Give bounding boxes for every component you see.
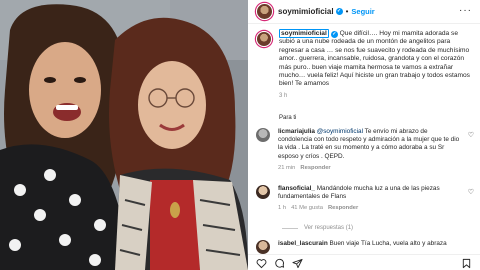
comment-text: isabel_lascurain Buen viaje Tía Lucha, v… [278,240,462,248]
author-avatar[interactable] [256,3,273,20]
view-replies-label: Ver respuestas (1) [304,225,354,231]
comment-username[interactable]: licmariajulia [278,128,315,135]
caption-time: 3 h [279,92,288,99]
post-header: soymimioficial ✓ • Seguir ··· [248,0,480,24]
more-options-icon[interactable]: ··· [459,6,472,16]
comment-meta: 1 h 41 Me gusta Responder [278,204,462,212]
post-side-panel: soymimioficial ✓ • Seguir ··· soymimiofi… [248,0,480,270]
comment-like-heart-icon[interactable]: ♡ [468,189,474,196]
follow-button[interactable]: Seguir [351,7,374,16]
caption: soymimioficial ✓ Que difícil…. Hoy mi mam… [256,29,474,99]
comment-body: Buen viaje Tía Lucha, vuela alto y abraz… [327,240,447,247]
separator-dot: • [345,7,349,16]
reply-button[interactable]: Responder [300,165,330,171]
reply-button[interactable]: Responder [328,205,358,211]
caption-verified-icon: ✓ [330,31,338,38]
comment-username[interactable]: flansoficial_ [278,185,315,192]
comment-time: 1 h [278,205,287,212]
replies-divider [282,227,298,229]
caption-username[interactable]: soymimioficial [279,29,329,38]
bookmark-icon[interactable] [461,258,472,269]
caption-body: Que difícil…. Hoy mi mamita adorada se s… [279,30,470,88]
comment-username[interactable]: isabel_lascurain [278,240,328,247]
comment-text: licmariajulia @soymimioficial Te envío m… [278,128,462,161]
author-username[interactable]: soymimioficial [278,7,334,16]
verified-badge-icon: ✓ [335,8,343,15]
comment-meta: 21 min Responder [278,164,462,172]
comment: licmariajulia @soymimioficial Te envío m… [256,128,474,172]
comment-avatar[interactable] [256,185,270,199]
caption-avatar[interactable] [256,31,272,47]
heart-icon[interactable] [256,258,267,269]
share-icon[interactable] [292,258,303,269]
caption-text: soymimioficial ✓ Que difícil…. Hoy mi mam… [279,29,474,89]
view-replies-button[interactable]: Ver respuestas (1) [282,225,353,231]
comment-time: 21 min [278,164,296,171]
comment-avatar[interactable] [256,128,270,142]
comment-avatar[interactable] [256,240,270,254]
for-you-label: Para ti [279,115,297,121]
post-photo[interactable] [0,0,248,270]
comment: flansoficial_ Mandándole mucha luz a una… [256,185,474,213]
comment-mention[interactable]: @soymimioficial [317,128,363,135]
comment-like-heart-icon[interactable]: ♡ [468,132,474,139]
comment-icon[interactable] [274,258,285,269]
comment: isabel_lascurain Buen viaje Tía Lucha, v… [256,240,474,254]
comment-likes[interactable]: 41 Me gusta [291,205,323,211]
post-photo-illustration [0,0,248,270]
comment-text: flansoficial_ Mandándole mucha luz a una… [278,185,462,201]
post-action-bar [248,254,480,270]
